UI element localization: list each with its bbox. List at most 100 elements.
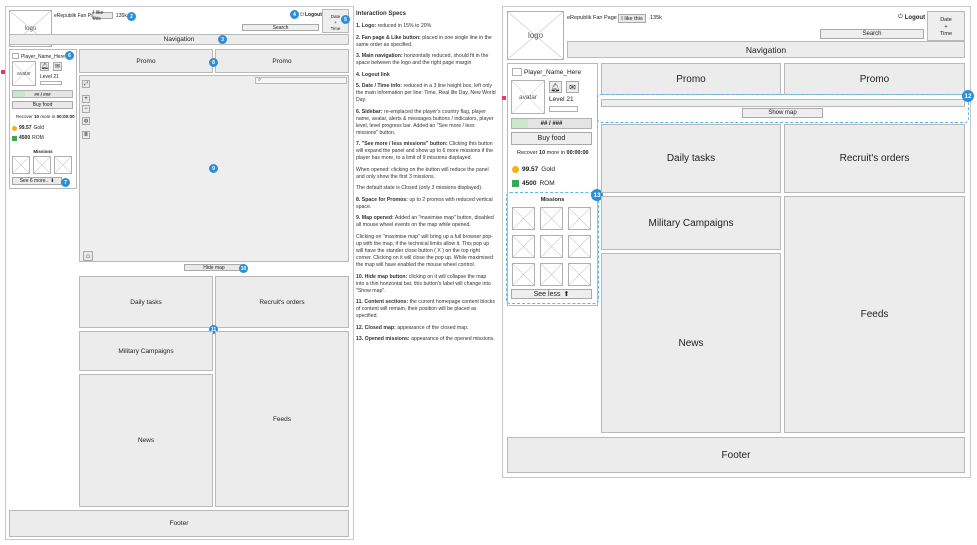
missions-title: Missions	[33, 149, 53, 154]
main-navigation[interactable]: Navigation	[567, 41, 965, 58]
spec-item: The default state is Closed (only 3 miss…	[356, 185, 483, 192]
recover-info: Recover 10 more in 00:00:00	[517, 150, 589, 156]
maximise-map-button[interactable]: ⤢	[82, 80, 90, 88]
avatar[interactable]: avatar	[12, 61, 36, 86]
gold-coin-icon	[12, 125, 17, 131]
recruits-orders-section[interactable]: Recruit's orders	[215, 276, 349, 328]
mission-slot[interactable]	[568, 263, 591, 286]
rom-label: ROM	[32, 135, 44, 141]
buy-food-button[interactable]: Buy food	[511, 132, 592, 145]
spec-item: 10. Hide map button: clicking on it will…	[356, 273, 491, 294]
promo-2[interactable]: Promo	[784, 63, 965, 95]
power-icon: ⏻	[300, 12, 304, 18]
daily-tasks-label: Daily tasks	[130, 298, 162, 306]
home-button[interactable]: ⌂	[83, 251, 93, 261]
globe-button[interactable]: ◍	[82, 117, 90, 125]
avatar[interactable]: avatar	[511, 80, 545, 114]
player-name[interactable]: Player_Name_Here	[524, 69, 581, 76]
gold-label: Gold	[33, 125, 45, 131]
player-name[interactable]: Player_Name_Here	[21, 54, 65, 60]
spec-item: 3. Main navigation: horizontally reduced…	[356, 53, 489, 67]
mission-slot[interactable]	[540, 263, 563, 286]
mission-slot[interactable]	[512, 263, 535, 286]
logout-label: Logout	[904, 14, 926, 21]
news-label: News	[137, 437, 155, 444]
recruits-orders-label: Recruit's orders	[259, 298, 305, 306]
see-less-missions-button[interactable]: See less ⬆	[511, 289, 592, 299]
search-button[interactable]: Search	[242, 24, 319, 31]
xp-value: ## / ###	[34, 91, 51, 97]
zoom-out-button[interactable]: −	[82, 105, 90, 113]
mission-slot[interactable]	[540, 235, 563, 258]
power-icon: ⏻	[898, 14, 903, 20]
promo-2[interactable]: Promo	[215, 49, 349, 73]
messages-button[interactable]: ✉	[566, 81, 579, 93]
promo-1[interactable]: Promo	[79, 49, 213, 73]
news-section[interactable]: News	[601, 253, 781, 433]
feeds-section[interactable]: Feeds	[215, 331, 349, 507]
rom-value: 4500	[19, 135, 31, 141]
spec-item: 1. Logo: reduced in 15% to 20%	[356, 23, 432, 30]
mission-slot[interactable]	[540, 207, 563, 230]
marker	[502, 96, 506, 100]
globe-icon: ◍	[83, 118, 89, 124]
spec-item: 11. Content sections: the current homepa…	[356, 299, 495, 320]
like-button[interactable]: I like this	[618, 14, 646, 23]
mission-slot[interactable]	[568, 207, 591, 230]
search-button[interactable]: Search	[820, 29, 924, 39]
badge-6: 6	[65, 51, 74, 60]
logout-link[interactable]: ⏻ Logout	[300, 12, 322, 18]
military-campaigns-section[interactable]: Military Campaigns	[79, 331, 213, 371]
footer: Footer	[9, 510, 349, 537]
logo[interactable]: logo	[507, 11, 564, 60]
badge-4: 4	[290, 10, 299, 19]
xp-value: ## / ###	[540, 120, 563, 127]
zoom-in-button[interactable]: +	[82, 95, 90, 103]
promo-1-label: Promo	[676, 73, 706, 85]
daily-tasks-section[interactable]: Daily tasks	[79, 276, 213, 328]
recruits-orders-section[interactable]: Recruit's orders	[784, 124, 965, 193]
closed-map-bar	[601, 99, 965, 107]
xp-bar: ## / ###	[12, 90, 73, 98]
spec-item: 9. Map opened: Added an "maximise map" b…	[356, 215, 494, 229]
country-flag	[512, 68, 522, 76]
alerts-button[interactable]: 🔔︎	[40, 62, 49, 71]
gold-coin-icon	[512, 166, 519, 173]
gold-row: 99.57 Gold	[12, 125, 44, 131]
hide-map-button[interactable]: Hide map	[184, 264, 244, 271]
logout-link[interactable]: ⏻ Logout	[898, 14, 925, 21]
mission-slot[interactable]	[512, 235, 535, 258]
promo-1[interactable]: Promo	[601, 63, 781, 95]
see-more-missions-button[interactable]: See 6 more.. ⬇	[12, 177, 62, 185]
footer-label: Footer	[721, 449, 751, 461]
country-flag	[12, 53, 19, 59]
mission-slot[interactable]	[568, 235, 591, 258]
rom-value: 4500	[522, 180, 537, 187]
mission-slot[interactable]	[512, 207, 535, 230]
feeds-section[interactable]: Feeds	[784, 196, 965, 433]
spec-item: 12. Closed map: appearance of the closed…	[356, 324, 469, 331]
recover-info: Recover 10 more in 00:00:00	[16, 114, 75, 119]
daily-tasks-section[interactable]: Daily tasks	[601, 124, 781, 193]
recruits-orders-label: Recruit's orders	[839, 153, 910, 164]
map-search-input[interactable]: ⌕	[255, 77, 347, 84]
search-icon: ⌕	[258, 77, 262, 83]
buy-food-button[interactable]: Buy food	[12, 101, 73, 109]
arrow-down-icon: ⬇	[50, 178, 55, 184]
player-level: Level 21	[40, 74, 59, 80]
marker	[1, 70, 5, 74]
messages-button[interactable]: ✉	[53, 62, 62, 71]
mission-slot[interactable]	[33, 156, 51, 174]
military-campaigns-section[interactable]: Military Campaigns	[601, 196, 781, 250]
alerts-button[interactable]: 🔔︎	[549, 81, 562, 93]
minus-icon: −	[84, 106, 88, 112]
badge-5: 5	[341, 15, 350, 24]
mission-slot[interactable]	[12, 156, 30, 174]
mission-slot[interactable]	[54, 156, 72, 174]
like-button[interactable]: I like this	[92, 10, 113, 22]
news-section[interactable]: News	[79, 374, 213, 507]
show-map-button[interactable]: Show map	[742, 108, 823, 118]
daily-tasks-label: Daily tasks	[666, 153, 716, 164]
main-navigation[interactable]: Navigation	[9, 34, 349, 45]
layers-button[interactable]: ≣	[82, 131, 90, 139]
